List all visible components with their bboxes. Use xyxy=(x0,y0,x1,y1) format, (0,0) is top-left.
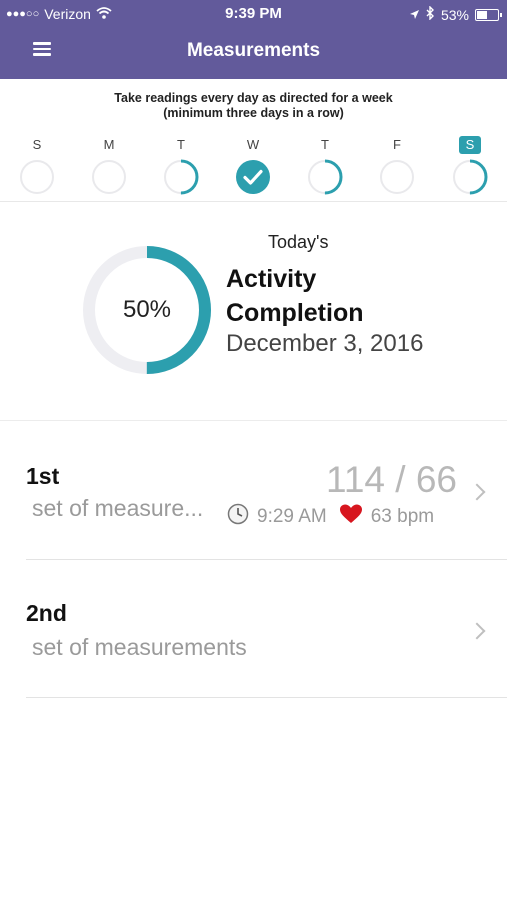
blood-pressure-reading: 114 / 66 xyxy=(326,459,457,500)
day-5[interactable]: F xyxy=(377,136,417,196)
measurement-subtitle: set of measure... xyxy=(32,495,204,521)
day-1[interactable]: M xyxy=(89,136,129,196)
instruction-line-2: (minimum three days in a row) xyxy=(163,106,344,120)
measurement-row-2[interactable]: 2nd set of measurements xyxy=(0,560,507,698)
heart-rate: 63 bpm xyxy=(370,506,435,527)
battery-icon xyxy=(475,8,502,21)
bluetooth-icon xyxy=(426,5,435,23)
page-title: Measurements xyxy=(186,40,321,61)
activity-title-line-1: Activity xyxy=(226,265,317,293)
percent-label: 50% xyxy=(122,296,172,323)
day-4[interactable]: T xyxy=(305,136,345,196)
day-letter: W xyxy=(246,137,260,152)
day-complete-icon xyxy=(236,160,270,194)
week-tracker: SMTWTFS xyxy=(0,136,507,200)
day-2[interactable]: T xyxy=(161,136,201,196)
nav-bar: ●●●○○ Verizon 9:39 PM 53% Measurements xyxy=(0,0,507,79)
battery-percent: 53% xyxy=(440,6,469,23)
status-bar: ●●●○○ Verizon 9:39 PM 53% xyxy=(0,0,507,28)
day-letter: M xyxy=(103,137,115,152)
day-letter: S xyxy=(32,137,42,152)
instruction-text: Take readings every day as directed for … xyxy=(0,91,507,121)
day-0[interactable]: S xyxy=(17,136,57,196)
divider xyxy=(0,201,507,202)
day-letter: T xyxy=(321,137,329,152)
day-letter: T xyxy=(177,137,185,152)
activity-title-line-2: Completion xyxy=(226,299,364,327)
day-progress-ring xyxy=(307,159,343,195)
day-progress-ring xyxy=(380,160,414,194)
divider xyxy=(26,697,507,698)
activity-date: December 3, 2016 xyxy=(226,330,424,357)
day-letter: S xyxy=(459,136,481,154)
instruction-line-1: Take readings every day as directed for … xyxy=(114,91,393,105)
activity-title: Activity Completion xyxy=(226,262,364,330)
todays-label: Today's xyxy=(268,232,329,252)
day-progress-ring xyxy=(92,160,126,194)
measurement-time: 9:29 AM xyxy=(257,506,327,527)
clock-icon xyxy=(227,503,249,531)
heart-icon xyxy=(339,503,363,531)
measurement-ordinal: 2nd xyxy=(26,600,67,626)
day-3[interactable]: W xyxy=(233,136,273,196)
day-letter: F xyxy=(393,137,401,152)
day-6[interactable]: S xyxy=(450,136,490,196)
measurement-ordinal: 1st xyxy=(26,463,60,489)
day-progress-ring xyxy=(20,160,54,194)
day-progress-ring xyxy=(452,159,488,195)
chevron-right-icon xyxy=(468,622,486,640)
measurement-subtitle: set of measurements xyxy=(32,634,247,660)
activity-progress-ring: 50% xyxy=(81,244,213,376)
location-icon xyxy=(409,7,420,23)
measurement-row-1[interactable]: 1st set of measure... 114 / 66 9:29 AM 6… xyxy=(0,421,507,559)
chevron-right-icon xyxy=(468,483,486,501)
day-progress-ring xyxy=(163,159,199,195)
